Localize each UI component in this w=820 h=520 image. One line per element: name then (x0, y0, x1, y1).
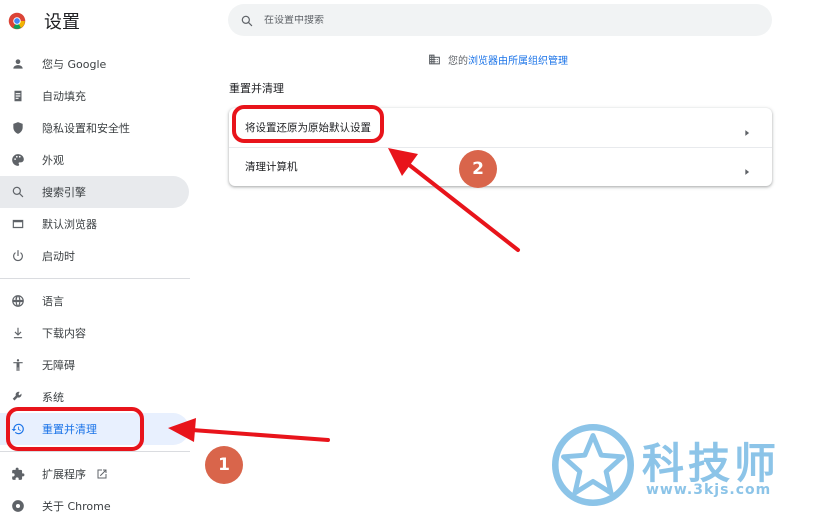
sidebar-item-label: 外观 (42, 154, 64, 167)
managed-notice: 您的 浏览器由所属组织管理 (428, 52, 568, 67)
sidebar-item-privacy[interactable]: 隐私设置和安全性 (0, 112, 189, 144)
sidebar-item-extensions[interactable]: 扩展程序 (0, 458, 189, 490)
sidebar-item-label: 无障碍 (42, 359, 75, 372)
sidebar-item-label: 您与 Google (42, 58, 107, 71)
wrench-icon (11, 390, 25, 404)
sidebar-item-appearance[interactable]: 外观 (0, 144, 189, 176)
watermark-url: www.3kjs.com (646, 482, 772, 498)
sidebar-item-you-and-google[interactable]: 您与 Google (0, 48, 189, 80)
page-title: 设置 (44, 12, 80, 33)
sidebar-item-label: 系统 (42, 391, 64, 404)
managed-notice-link[interactable]: 浏览器由所属组织管理 (468, 52, 568, 67)
chevron-right-icon (742, 123, 752, 136)
highlight-box-step2 (232, 105, 384, 143)
sidebar-item-on-startup[interactable]: 启动时 (0, 240, 189, 272)
sidebar-item-label: 下载内容 (42, 327, 86, 340)
search-input[interactable] (264, 14, 744, 26)
chrome-logo-icon (8, 12, 26, 30)
building-icon (428, 53, 441, 66)
sidebar-item-search-engine[interactable]: 搜索引擎 (0, 176, 189, 208)
sidebar-item-default-browser[interactable]: 默认浏览器 (0, 208, 189, 240)
row-clean-up-computer[interactable]: 清理计算机 (229, 147, 772, 186)
person-icon (11, 57, 25, 71)
download-icon (11, 326, 25, 340)
open-in-new-icon (96, 468, 108, 480)
globe-icon (11, 294, 25, 308)
step-badge-2: 2 (459, 150, 497, 188)
sidebar-item-about-chrome[interactable]: 关于 Chrome (0, 490, 189, 520)
sidebar-item-label: 自动填充 (42, 90, 86, 103)
sidebar-item-label: 启动时 (42, 250, 75, 263)
shield-icon (11, 121, 25, 135)
sidebar-divider (0, 278, 190, 279)
sidebar-item-label: 默认浏览器 (42, 218, 97, 231)
sidebar-item-label: 扩展程序 (42, 468, 86, 481)
sidebar-item-label: 语言 (42, 295, 64, 308)
sidebar-item-label: 隐私设置和安全性 (42, 122, 130, 135)
row-label: 清理计算机 (245, 161, 298, 173)
sidebar-item-languages[interactable]: 语言 (0, 285, 189, 317)
sidebar-item-downloads[interactable]: 下载内容 (0, 317, 189, 349)
palette-icon (11, 153, 25, 167)
clipboard-icon (11, 89, 25, 103)
chevron-right-icon (742, 162, 752, 175)
accessibility-icon (11, 358, 25, 372)
brand: 设置 (8, 8, 80, 34)
search-icon (11, 185, 25, 199)
sidebar-item-label: 搜索引擎 (42, 186, 86, 199)
section-title: 重置并清理 (229, 82, 284, 95)
search-icon (240, 13, 254, 27)
puzzle-icon (11, 467, 25, 481)
highlight-box-step1 (6, 407, 144, 451)
sidebar-item-label: 关于 Chrome (42, 500, 111, 513)
browser-icon (11, 217, 25, 231)
search-bar[interactable] (228, 4, 772, 36)
step-badge-1: 1 (205, 446, 243, 484)
managed-notice-prefix: 您的 (448, 56, 468, 67)
sidebar-divider (0, 451, 190, 452)
sidebar-item-accessibility[interactable]: 无障碍 (0, 349, 189, 381)
watermark: 科技师 www.3kjs.com (552, 424, 814, 516)
watermark-star-icon (552, 424, 634, 506)
sidebar-item-autofill[interactable]: 自动填充 (0, 80, 189, 112)
chrome-icon (11, 499, 25, 513)
power-icon (11, 249, 25, 263)
